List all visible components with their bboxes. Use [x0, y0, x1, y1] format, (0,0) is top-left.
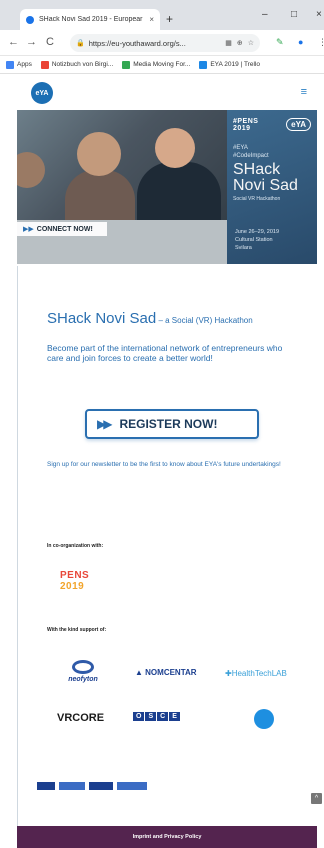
- eya-logo[interactable]: eYA: [31, 82, 53, 104]
- newsletter-text[interactable]: Sign up for our newsletter to be the fir…: [47, 461, 287, 469]
- bookmarks-bar: Apps Notizbuch von Birgi... Media Moving…: [0, 56, 324, 74]
- tab-favicon-icon: [26, 15, 34, 24]
- eu-flag-icon: [37, 782, 55, 790]
- bookmark-label: Media Moving For...: [133, 61, 191, 68]
- pens-logo-row2: 2019: [60, 581, 85, 592]
- connect-arrows-icon: ▶▶: [23, 226, 34, 233]
- tagline: Become part of the international network…: [47, 343, 283, 363]
- back-button[interactable]: ←: [8, 36, 19, 48]
- healthtech-lab-logo[interactable]: ✚HealthTechLAB: [225, 669, 287, 678]
- osce-letter: C: [157, 712, 169, 721]
- imprint-privacy-link[interactable]: Imprint and Privacy Policy: [133, 834, 202, 840]
- browser-tab[interactable]: SHack Novi Sad 2019 - Europear ×: [20, 9, 160, 30]
- nomcentar-mark-icon: ▲: [135, 668, 143, 677]
- eu-logo: [59, 782, 85, 790]
- bookmark-site-icon: [122, 60, 131, 69]
- pens-2019-logo[interactable]: PENS 2019: [60, 570, 112, 596]
- reload-button[interactable]: C: [46, 36, 54, 48]
- pens-logo: #PENS 2019: [233, 118, 259, 132]
- forward-button[interactable]: →: [26, 36, 37, 48]
- hamburger-menu-icon[interactable]: ≡: [301, 86, 307, 98]
- page-title-sub: – a Social (VR) Hackathon: [156, 316, 253, 325]
- bookmark-notizbuch[interactable]: Notizbuch von Birgi...: [40, 60, 114, 69]
- hero-event-panel: #PENS 2019 eYA #EYA #CodeImpact SHack No…: [227, 110, 317, 264]
- apps-grid-icon: [6, 60, 14, 69]
- partner-blue-dot-logo[interactable]: [254, 709, 274, 729]
- extension-icon[interactable]: ✎: [276, 37, 284, 48]
- hero-title: SHack Novi Sad: [233, 162, 298, 194]
- bookmark-label: Notizbuch von Birgi...: [51, 61, 114, 68]
- bookmark-media-moving[interactable]: Media Moving For...: [122, 60, 191, 69]
- tab-close-icon[interactable]: ×: [149, 15, 154, 24]
- bookmark-trello[interactable]: EYA 2019 | Trello: [199, 60, 260, 69]
- address-url: https://eu-youthaward.org/s...: [88, 38, 186, 48]
- register-label: REGISTER NOW!: [119, 417, 218, 431]
- hero-subtitle: Social VR Hackathon: [233, 196, 281, 202]
- hero-person: [77, 132, 121, 176]
- hero-person: [155, 128, 195, 168]
- close-window-button[interactable]: ×: [316, 9, 322, 20]
- lock-icon: 🔒: [76, 40, 85, 47]
- osce-logo[interactable]: O S C E: [133, 712, 181, 721]
- pens-logo-row1: PENS: [60, 570, 90, 581]
- hero-event-info: June 26–29, 2019 Cultural Station Svilar…: [235, 228, 279, 252]
- eu-logo: [89, 782, 113, 790]
- connect-now-button[interactable]: ▶▶ CONNECT NOW!: [17, 222, 107, 236]
- eu-funding-logos[interactable]: [37, 780, 157, 792]
- healthtech-name: HealthTechLAB: [231, 669, 287, 678]
- osce-letter: O: [133, 712, 145, 721]
- browser-titlebar: SHack Novi Sad 2019 - Europear × + – □ ×: [0, 0, 324, 30]
- hero-banner: #PENS 2019 eYA #EYA #CodeImpact SHack No…: [17, 110, 317, 264]
- bookmark-label: Apps: [17, 61, 32, 68]
- minimize-button[interactable]: –: [262, 9, 268, 20]
- hero-hashtags: #EYA #CodeImpact: [233, 145, 269, 159]
- address-bar[interactable]: 🔒 https://eu-youthaward.org/s... ▦ ⊕ ☆: [70, 34, 260, 52]
- bookmark-label: EYA 2019 | Trello: [210, 61, 260, 68]
- hero-venue: Cultural Station Svilara: [235, 237, 273, 251]
- site-header: eYA ≡: [17, 74, 317, 110]
- nomcentar-logo[interactable]: ▲ NOMCENTAR: [135, 668, 197, 677]
- healthtech-mark-icon: ✚: [225, 669, 232, 678]
- page-title: SHack Novi Sad – a Social (VR) Hackathon: [47, 310, 253, 327]
- page-title-main: SHack Novi Sad: [47, 310, 157, 327]
- hero-title-line2: Novi Sad: [233, 177, 298, 194]
- neofyton-mark-icon: [72, 660, 94, 674]
- nomcentar-name: NOMCENTAR: [145, 668, 197, 677]
- menu-dots-icon[interactable]: ⋮: [318, 37, 324, 48]
- new-tab-button[interactable]: +: [166, 12, 173, 26]
- coorganization-label: In co-organization with:: [47, 543, 104, 549]
- osce-letter: S: [145, 712, 157, 721]
- eya-badge: eYA: [286, 118, 311, 131]
- bookmark-star-icon[interactable]: ☆: [248, 39, 254, 47]
- register-now-button[interactable]: ▶▶ REGISTER NOW!: [85, 409, 259, 439]
- translate-icon[interactable]: ▦: [225, 39, 232, 47]
- footer: Imprint and Privacy Policy: [17, 826, 317, 848]
- hero-date: June 26–29, 2019: [235, 229, 280, 235]
- support-label: With the kind support of:: [47, 627, 107, 633]
- connect-label: CONNECT NOW!: [36, 225, 93, 233]
- profile-icon[interactable]: ●: [298, 37, 303, 47]
- tab-title: SHack Novi Sad 2019 - Europear: [39, 16, 143, 23]
- hero-title-line1: SHack: [233, 161, 281, 178]
- maximize-button[interactable]: □: [291, 9, 297, 20]
- neofyton-name: neofyton: [68, 676, 98, 683]
- scroll-to-top-button[interactable]: ^: [311, 793, 322, 804]
- osce-letter: E: [169, 712, 180, 721]
- neofyton-logo[interactable]: neofyton: [60, 660, 106, 683]
- browser-toolbar: ← → C 🔒 https://eu-youthaward.org/s... ▦…: [0, 30, 324, 56]
- bookmark-apps[interactable]: Apps: [6, 60, 32, 69]
- zoom-icon[interactable]: ⊕: [237, 39, 243, 47]
- onenote-icon: [40, 60, 49, 69]
- double-arrow-icon: ▶▶: [97, 417, 113, 431]
- eu-logo: [117, 782, 147, 790]
- trello-icon: [199, 60, 208, 69]
- vrcore-logo[interactable]: VRCORE: [57, 712, 104, 724]
